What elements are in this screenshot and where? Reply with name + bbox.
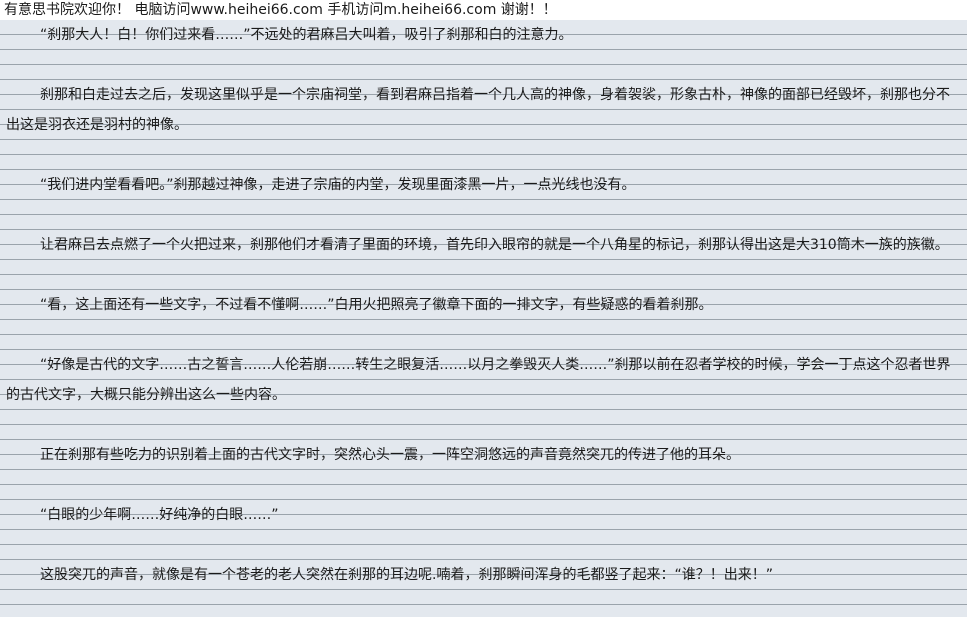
paragraph: “白眼的少年啊……好纯净的白眼……”	[40, 507, 279, 523]
paragraph: 让君麻吕去点燃了一个火把过来，刹那他们才看清了里面的环境，首先印入眼帘的就是一个…	[40, 237, 949, 253]
paragraph: 刹那和白走过去之后，发现这里似乎是一个宗庙祠堂，看到君麻吕指着一个几人高的神像，…	[6, 87, 950, 133]
paragraph: 这股突兀的声音，就像是有一个苍老的老人突然在刹那的耳边呢.喃着，刹那瞬间浑身的毛…	[40, 567, 773, 583]
paragraph: “我们进内堂看看吧。”刹那越过神像，走进了宗庙的内堂，发现里面漆黑一片，一点光线…	[40, 177, 636, 193]
paragraph: “看，这上面还有一些文字，不过看不懂啊……”白用火把照亮了徽章下面的一排文字，有…	[40, 297, 713, 313]
paragraph: 正在刹那有些吃力的识别着上面的古代文字时，突然心头一震，一阵空洞悠远的声音竟然突…	[40, 447, 740, 463]
paragraph: “刹那大人！白！你们过来看……”不远处的君麻吕大叫着，吸引了刹那和白的注意力。	[40, 27, 573, 43]
paragraph: “好像是古代的文字……古之誓言……人伦若崩……转生之眼复活……以月之拳毁灭人类……	[6, 357, 951, 403]
site-notice-text: 有意思书院欢迎你！ 电脑访问www.heihei66.com 手机访问m.hei…	[4, 2, 557, 18]
reading-area: “刹那大人！白！你们过来看……”不远处的君麻吕大叫着，吸引了刹那和白的注意力。 …	[0, 20, 967, 617]
site-notice-bar: 有意思书院欢迎你！ 电脑访问www.heihei66.com 手机访问m.hei…	[0, 0, 967, 20]
